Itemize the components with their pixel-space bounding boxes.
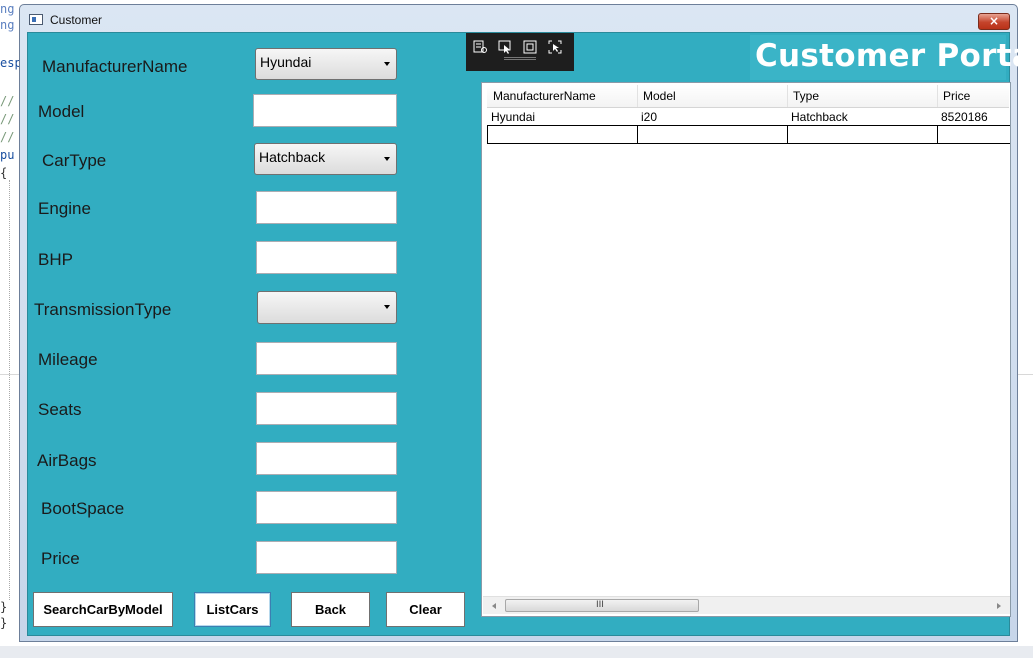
window-title: Customer <box>50 13 103 27</box>
model-label: Model <box>38 102 85 121</box>
code-fragment: ng <box>0 2 15 16</box>
live-visual-tree-icon[interactable] <box>473 40 487 54</box>
title-bar[interactable]: Customer × <box>20 5 1017 33</box>
transmission-label: TransmissionType <box>34 300 172 319</box>
row-divider <box>487 143 1010 144</box>
cell-divider <box>637 125 638 144</box>
close-button[interactable]: × <box>978 13 1010 30</box>
code-fragment: } <box>0 600 8 614</box>
airbags-label: AirBags <box>37 451 97 470</box>
cars-data-grid[interactable]: ManufacturerName Model Type Price Hyunda… <box>481 82 1011 617</box>
code-fragment: // <box>0 112 15 126</box>
price-input[interactable] <box>256 541 397 574</box>
cell-divider <box>787 125 788 144</box>
seats-input[interactable] <box>256 392 397 425</box>
code-fragment: } <box>0 616 8 630</box>
cartype-combo-value: Hatchback <box>259 149 326 165</box>
divider <box>0 374 20 375</box>
engine-label: Engine <box>38 199 91 218</box>
column-header-price[interactable]: Price <box>943 89 970 103</box>
customer-window: Customer × ManufacturerName Hyundai Mode… <box>19 4 1033 642</box>
client-area: ManufacturerName Hyundai Model CarType H… <box>27 32 1033 636</box>
column-separator <box>637 85 638 107</box>
horizontal-scrollbar[interactable]: III <box>483 596 1010 614</box>
cartype-label: CarType <box>42 151 107 170</box>
manufacturer-label: ManufacturerName <box>42 57 188 76</box>
column-separator <box>787 85 788 107</box>
bhp-label: BHP <box>38 250 73 269</box>
code-fragment: { <box>0 166 8 180</box>
bhp-input[interactable] <box>256 241 397 274</box>
portal-title: Customer Portal <box>755 38 1033 74</box>
cell-type[interactable]: Hatchback <box>791 110 848 124</box>
window-app-icon[interactable] <box>29 14 43 25</box>
ide-status-strip <box>0 646 1033 658</box>
scroll-right-icon[interactable] <box>997 603 1001 609</box>
mileage-input[interactable] <box>256 342 397 375</box>
chevron-down-icon <box>384 62 390 66</box>
row-divider <box>487 125 1010 126</box>
back-button[interactable]: Back <box>291 592 370 627</box>
select-element-icon[interactable] <box>498 40 512 54</box>
bootspace-label: BootSpace <box>41 499 125 518</box>
code-fragment: ng <box>0 18 15 32</box>
list-cars-button[interactable]: ListCars <box>194 592 271 627</box>
column-header-model[interactable]: Model <box>643 89 676 103</box>
code-fragment: // <box>0 94 15 108</box>
manufacturer-combo[interactable]: Hyundai <box>255 48 397 80</box>
column-header-type[interactable]: Type <box>793 89 819 103</box>
thumb-grip: III <box>596 600 604 610</box>
code-fragment: // <box>0 130 15 144</box>
cartype-combo[interactable]: Hatchback <box>254 143 397 175</box>
cell-manufacturer[interactable]: Hyundai <box>491 110 535 124</box>
cell-model[interactable]: i20 <box>641 110 657 124</box>
code-guide-line <box>9 180 10 600</box>
mileage-label: Mileage <box>38 350 98 369</box>
engine-input[interactable] <box>256 191 397 224</box>
chevron-down-icon <box>384 305 390 309</box>
airbags-input[interactable] <box>256 442 397 475</box>
display-layout-adorners-icon[interactable] <box>523 40 537 54</box>
column-separator <box>937 85 938 107</box>
toolbar-grip[interactable] <box>504 57 536 60</box>
transmission-combo[interactable] <box>257 291 397 324</box>
track-focus-icon[interactable] <box>548 40 562 54</box>
seats-label: Seats <box>38 400 82 419</box>
clear-button[interactable]: Clear <box>386 592 465 627</box>
chevron-down-icon <box>384 157 390 161</box>
portal-header: Customer Portal <box>750 35 1033 80</box>
scroll-thumb[interactable]: III <box>505 599 699 612</box>
cell-price[interactable]: 8520186 <box>941 110 988 124</box>
column-header-manufacturer[interactable]: ManufacturerName <box>493 89 596 103</box>
model-input[interactable] <box>253 94 397 127</box>
search-car-by-model-button[interactable]: SearchCarByModel <box>33 592 173 627</box>
cell-divider <box>487 125 488 144</box>
scroll-left-icon[interactable] <box>492 603 496 609</box>
manufacturer-combo-value: Hyundai <box>260 54 312 70</box>
cell-divider <box>937 125 938 144</box>
xaml-debug-toolbar <box>466 33 574 71</box>
bootspace-input[interactable] <box>256 491 397 524</box>
price-label: Price <box>41 549 80 568</box>
divider <box>1018 374 1033 375</box>
code-fragment: pu <box>0 148 15 162</box>
